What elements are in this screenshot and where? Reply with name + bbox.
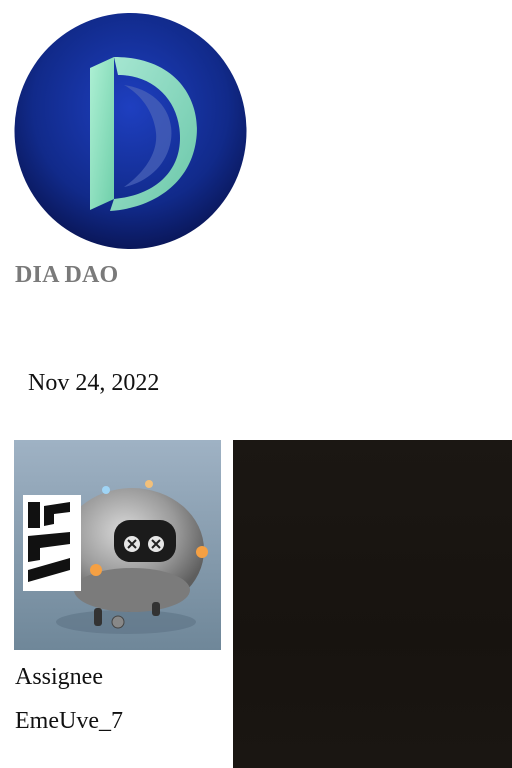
- org-name[interactable]: DIA DAO: [15, 262, 118, 289]
- assignee-label: Assignee: [15, 664, 103, 690]
- robot-avatar-icon[interactable]: [14, 440, 221, 650]
- page: DIA DAO Nov 24, 2022 Assignee EmeUve_7: [0, 0, 512, 768]
- post-date: Nov 24, 2022: [28, 370, 160, 396]
- logo-graphic: [14, 13, 247, 249]
- assignee-name[interactable]: EmeUve_7: [15, 708, 123, 735]
- dia-dao-logo-icon[interactable]: [14, 13, 247, 249]
- media-panel[interactable]: [233, 440, 512, 768]
- avatar-graphic: [14, 440, 221, 650]
